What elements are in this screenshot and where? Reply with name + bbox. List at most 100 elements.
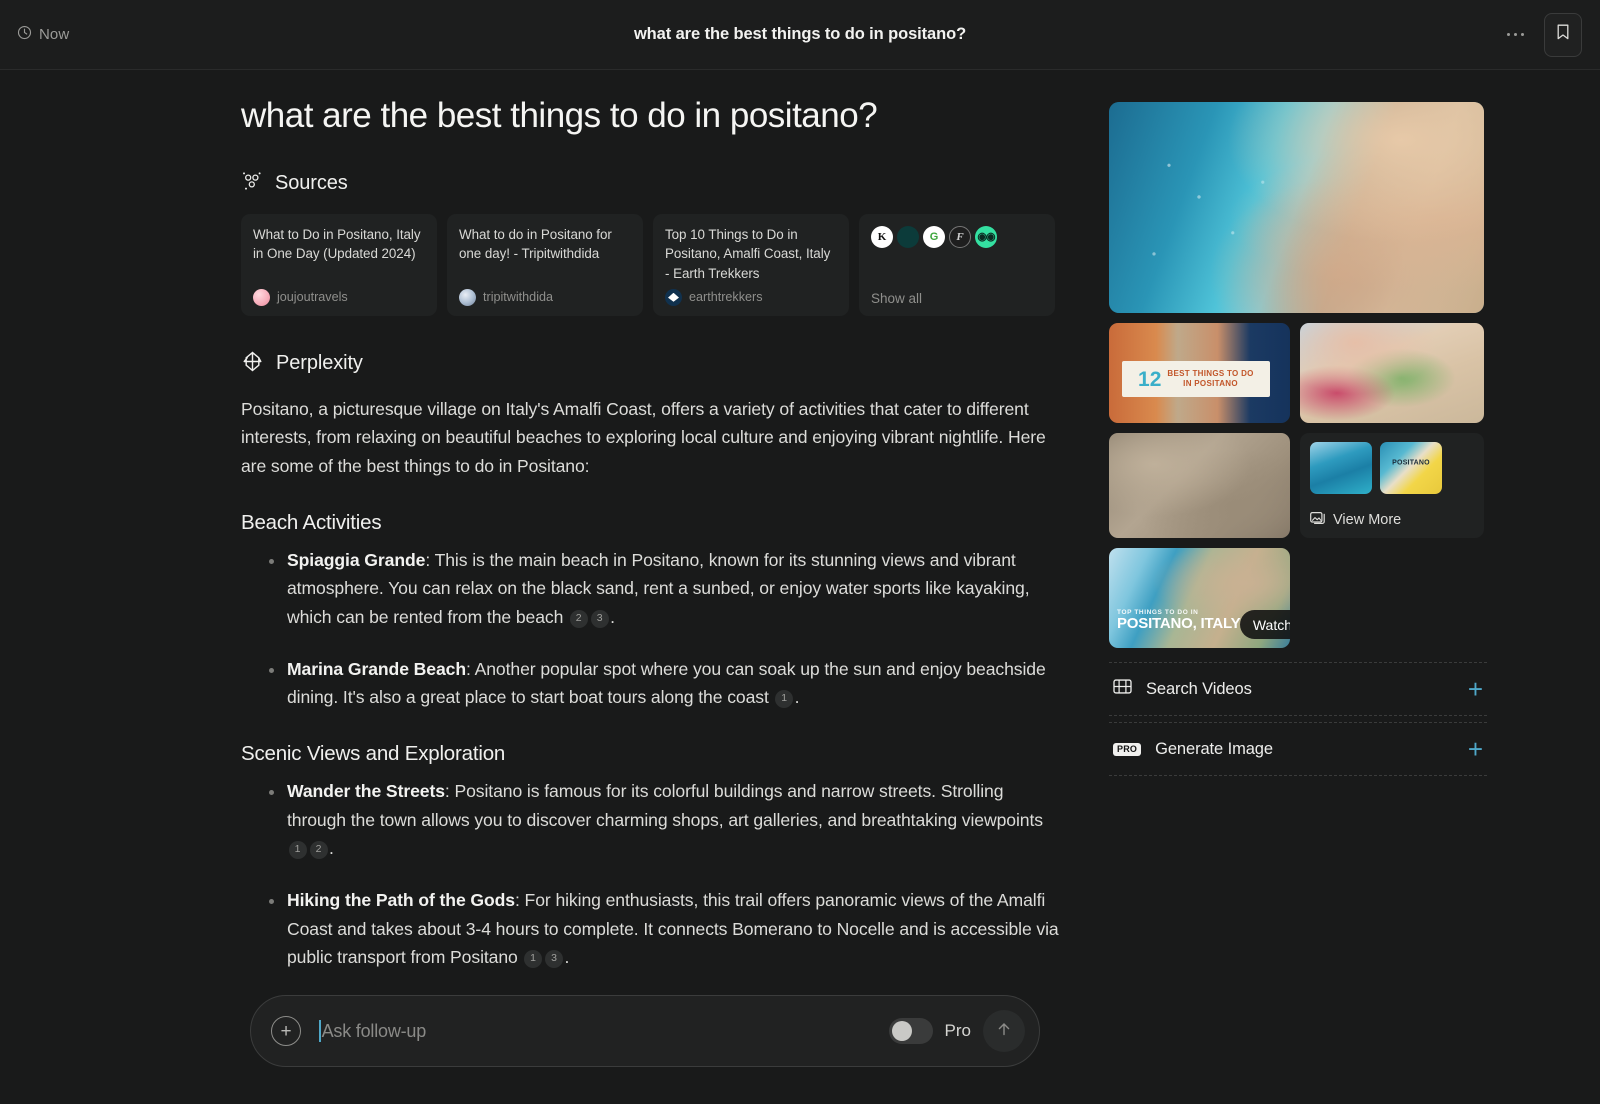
citation-badge[interactable]: 1 <box>775 689 794 708</box>
bullet-term: Wander the Streets <box>287 781 445 802</box>
source-card[interactable]: What to do in Positano for one day! - Tr… <box>447 213 643 316</box>
perplexity-header: Perplexity <box>241 350 1061 378</box>
media-sidebar: 12 BEST THINGS TO DO IN POSITANO POSITAN… <box>1109 102 1487 776</box>
view-more-label: View More <box>1333 512 1402 528</box>
view-more-card[interactable]: POSITANO View More <box>1300 433 1484 538</box>
citation-badge[interactable]: 3 <box>590 609 609 628</box>
source-meta: tripitwithdida <box>459 288 631 306</box>
citation-badge[interactable]: 2 <box>309 840 328 859</box>
show-all-sources-card[interactable]: K G F ◉◉ Show all <box>859 213 1055 316</box>
thumbnail-aerial-beach[interactable] <box>1109 433 1290 538</box>
show-all-label: Show all <box>871 290 923 306</box>
pro-toggle-group: Pro <box>888 1018 971 1044</box>
view-more-thumbs: POSITANO <box>1310 442 1474 494</box>
add-generate-image-icon[interactable]: + <box>1468 736 1483 762</box>
arrow-up-icon <box>995 1020 1013 1043</box>
answer-block: Perplexity Positano, a picturesque villa… <box>241 350 1061 972</box>
bullet-term: Spiaggia Grande <box>287 549 426 570</box>
timestamp-group: Now <box>17 25 69 45</box>
thumb-photo <box>1300 323 1484 423</box>
thumbnail-overlay-banner: 12 BEST THINGS TO DO IN POSITANO <box>1121 361 1271 397</box>
tripitwithdida-favicon-icon <box>459 288 476 306</box>
generate-image-label: Generate Image <box>1155 739 1273 758</box>
mini-thumb-2: POSITANO <box>1380 442 1442 494</box>
submit-button[interactable] <box>983 1010 1025 1052</box>
list-item: Spiaggia Grande: This is the main beach … <box>241 546 1061 632</box>
thumbnail-row-1: 12 BEST THINGS TO DO IN POSITANO <box>1109 323 1487 423</box>
sources-list: What to Do in Positano, Italy in One Day… <box>241 213 1061 316</box>
source-favicon-1-icon: K <box>871 225 893 248</box>
bookmark-icon <box>1555 23 1571 46</box>
list-item: Hiking the Path of the Gods: For hiking … <box>241 886 1061 972</box>
list-item: Marina Grande Beach: Another popular spo… <box>241 655 1061 712</box>
citation-badge[interactable]: 1 <box>524 949 543 968</box>
bullet-term: Marina Grande Beach <box>287 658 466 679</box>
page-title: what are the best things to do in posita… <box>633 25 967 43</box>
positano-coastline-photo <box>1109 102 1484 313</box>
overlay-number: 12 <box>1138 367 1162 391</box>
source-title: Top 10 Things to Do in Positano, Amalfi … <box>665 226 831 281</box>
source-meta: joujoutravels <box>253 288 425 306</box>
thumbnail-watercolor[interactable] <box>1300 323 1484 423</box>
top-bar: Now what are the best things to do in po… <box>0 0 1600 70</box>
ask-placeholder-label: Ask follow-up <box>321 1020 427 1041</box>
video-caption-line-1: TOP THINGS TO DO IN <box>1117 609 1199 617</box>
search-input[interactable]: Ask follow-up <box>319 1020 889 1042</box>
search-videos-label: Search Videos <box>1146 679 1252 698</box>
content-stage: what are the best things to do in posita… <box>0 70 1600 1104</box>
mini-thumb-caption: POSITANO <box>1392 459 1430 467</box>
source-title: What to do in Positano for one day! - Tr… <box>459 226 612 262</box>
citation-badge[interactable]: 1 <box>288 840 307 859</box>
bullet-tail: . <box>329 838 334 859</box>
source-card[interactable]: What to Do in Positano, Italy in One Day… <box>241 213 437 316</box>
source-favicon-2-icon <box>897 225 919 248</box>
plus-circle-icon[interactable]: + <box>271 1016 301 1046</box>
sources-heading-label: Sources <box>275 171 348 194</box>
mini-thumb-1 <box>1310 442 1372 494</box>
pro-toggle[interactable] <box>888 1018 933 1044</box>
bullet-tail: . <box>610 607 615 628</box>
bullet-tail: . <box>794 687 800 708</box>
answer-bullet-list: Spiaggia Grande: This is the main beach … <box>241 546 1061 712</box>
source-meta: earthtrekkers <box>665 288 837 306</box>
citation-badge[interactable]: 2 <box>569 609 588 628</box>
answer-intro-paragraph: Positano, a picturesque village on Italy… <box>241 398 1046 477</box>
overlay-line-2: IN POSITANO <box>1183 379 1238 388</box>
question-heading: what are the best things to do in posita… <box>241 96 878 135</box>
ask-follow-up-bar[interactable]: + Ask follow-up Pro <box>250 995 1040 1067</box>
overlay-line-1: BEST THINGS TO DO <box>1167 369 1254 379</box>
watch-label: Watch <box>1252 616 1290 633</box>
clock-icon <box>17 25 32 45</box>
citation-badge[interactable]: 3 <box>545 949 564 968</box>
perplexity-logo-icon <box>241 350 264 378</box>
answer-subheading: Scenic Views and Exploration <box>241 742 506 766</box>
sources-icon <box>241 170 263 197</box>
watch-button[interactable]: Watch <box>1239 610 1290 639</box>
bookmark-button[interactable] <box>1544 12 1582 57</box>
add-search-videos-icon[interactable]: + <box>1468 676 1483 702</box>
source-card[interactable]: Top 10 Things to Do in Positano, Amalfi … <box>653 213 849 316</box>
view-more-label-row: View More <box>1310 511 1474 529</box>
more-options-icon[interactable] <box>1503 23 1529 47</box>
timestamp-label: Now <box>39 26 70 43</box>
earthtrekkers-favicon-icon <box>665 288 682 306</box>
generate-image-action[interactable]: PRO Generate Image + <box>1109 722 1487 776</box>
list-item: Wander the Streets: Positano is famous f… <box>241 777 1061 863</box>
search-videos-action[interactable]: Search Videos + <box>1109 662 1487 716</box>
source-site-name: joujoutravels <box>277 290 348 305</box>
video-thumbnail[interactable]: TOP THINGS TO DO IN POSITANO, ITALY Watc… <box>1109 548 1290 648</box>
thumbnail-12-best[interactable]: 12 BEST THINGS TO DO IN POSITANO <box>1109 323 1290 423</box>
hero-image[interactable] <box>1109 102 1484 313</box>
source-favicon-3-icon: G <box>923 225 945 248</box>
bullet-term: Hiking the Path of the Gods <box>287 890 515 911</box>
joujoutravels-favicon-icon <box>253 288 270 306</box>
pro-badge-icon: PRO <box>1113 742 1142 756</box>
bullet-tail: . <box>564 947 570 968</box>
video-caption: TOP THINGS TO DO IN POSITANO, ITALY <box>1117 609 1241 632</box>
perplexity-heading-label: Perplexity <box>276 352 363 375</box>
source-favicon-4-icon: F <box>949 225 971 248</box>
thumbnail-row-2: POSITANO View More <box>1109 433 1487 538</box>
text-caret <box>319 1020 321 1042</box>
source-favicon-stack: K G F ◉◉ <box>871 225 1043 248</box>
source-title: What to Do in Positano, Italy in One Day… <box>253 226 421 262</box>
